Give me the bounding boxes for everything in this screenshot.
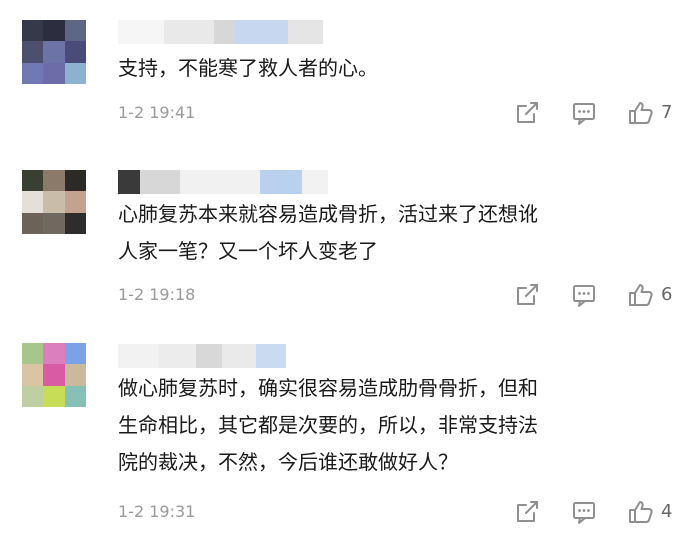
username-blur-block xyxy=(234,20,288,44)
avatar-pixel xyxy=(22,385,44,407)
avatar-pixel xyxy=(43,20,65,42)
comment-actions: 4 xyxy=(500,499,700,525)
avatar-pixel xyxy=(43,191,65,213)
avatar-pixel xyxy=(64,343,86,365)
comment-text: 心肺复苏本来就容易造成骨折，活过来了还想讹 人家一笔？又一个坏人变老了 xyxy=(118,202,538,263)
avatar-pixel xyxy=(22,170,44,192)
avatar-pixel xyxy=(22,191,44,213)
avatar-pixel xyxy=(22,62,44,84)
like-count: 6 xyxy=(661,284,673,305)
comment-text: 支持，不能寒了救人者的心。 xyxy=(118,56,378,80)
username-blur-block xyxy=(140,170,180,194)
avatar-pixel xyxy=(64,385,86,407)
avatar-pixel xyxy=(64,62,86,84)
comment-time: 1-2 19:31 xyxy=(118,502,196,521)
username-blur-block xyxy=(118,170,140,194)
reply-icon[interactable] xyxy=(571,499,597,525)
avatar-pixel xyxy=(43,170,65,192)
username-blur-block xyxy=(302,170,328,194)
avatar-pixel xyxy=(64,364,86,386)
avatar-pixel xyxy=(64,170,86,192)
comment-actions: 7 xyxy=(500,100,700,126)
comment-text: 做心肺复苏时，确实很容易造成肋骨骨折，但和 生命相比，其它都是次要的，所以，非常… xyxy=(118,376,538,474)
avatar-pixel xyxy=(64,41,86,63)
avatar-pixel xyxy=(64,212,86,234)
username-blur-block xyxy=(180,170,260,194)
like-count: 7 xyxy=(661,102,673,123)
avatar-pixel xyxy=(43,343,65,365)
avatar-pixel xyxy=(22,212,44,234)
reply-icon[interactable] xyxy=(571,282,597,308)
username-blur-block xyxy=(214,20,234,44)
share-icon[interactable] xyxy=(514,499,540,525)
like-icon[interactable] xyxy=(628,100,654,126)
username-blur-block xyxy=(260,170,302,194)
username-blur-block xyxy=(118,20,164,44)
avatar-pixel xyxy=(43,62,65,84)
avatar-pixel xyxy=(22,20,44,42)
avatar-pixel xyxy=(22,343,44,365)
share-icon[interactable] xyxy=(514,282,540,308)
avatar-pixel xyxy=(22,41,44,63)
avatar-pixel xyxy=(64,20,86,42)
username-redacted[interactable] xyxy=(118,170,328,194)
like-icon[interactable] xyxy=(628,282,654,308)
username-blur-block xyxy=(222,344,256,368)
like-icon[interactable] xyxy=(628,499,654,525)
username-blur-block xyxy=(196,344,222,368)
share-icon[interactable] xyxy=(514,100,540,126)
comment-time: 1-2 19:41 xyxy=(118,103,196,122)
avatar[interactable] xyxy=(22,170,86,234)
reply-icon[interactable] xyxy=(571,100,597,126)
comment-actions: 6 xyxy=(500,282,700,308)
username-blur-block xyxy=(118,344,158,368)
avatar-pixel xyxy=(43,364,65,386)
avatar[interactable] xyxy=(22,343,86,407)
username-blur-block xyxy=(288,20,323,44)
username-blur-block xyxy=(256,344,286,368)
avatar-pixel xyxy=(43,212,65,234)
avatar-pixel xyxy=(22,364,44,386)
username-blur-block xyxy=(158,344,196,368)
username-blur-block xyxy=(164,20,214,44)
avatar-pixel xyxy=(43,385,65,407)
avatar[interactable] xyxy=(22,20,86,84)
avatar-pixel xyxy=(43,41,65,63)
avatar-pixel xyxy=(64,191,86,213)
like-count: 4 xyxy=(661,501,673,522)
username-redacted[interactable] xyxy=(118,344,286,368)
comment-time: 1-2 19:18 xyxy=(118,285,196,304)
comment-feed: 支持，不能寒了救人者的心。 1-2 19:41 7 心肺复苏本来就容易造成骨折，… xyxy=(0,0,700,539)
username-redacted[interactable] xyxy=(118,20,323,44)
